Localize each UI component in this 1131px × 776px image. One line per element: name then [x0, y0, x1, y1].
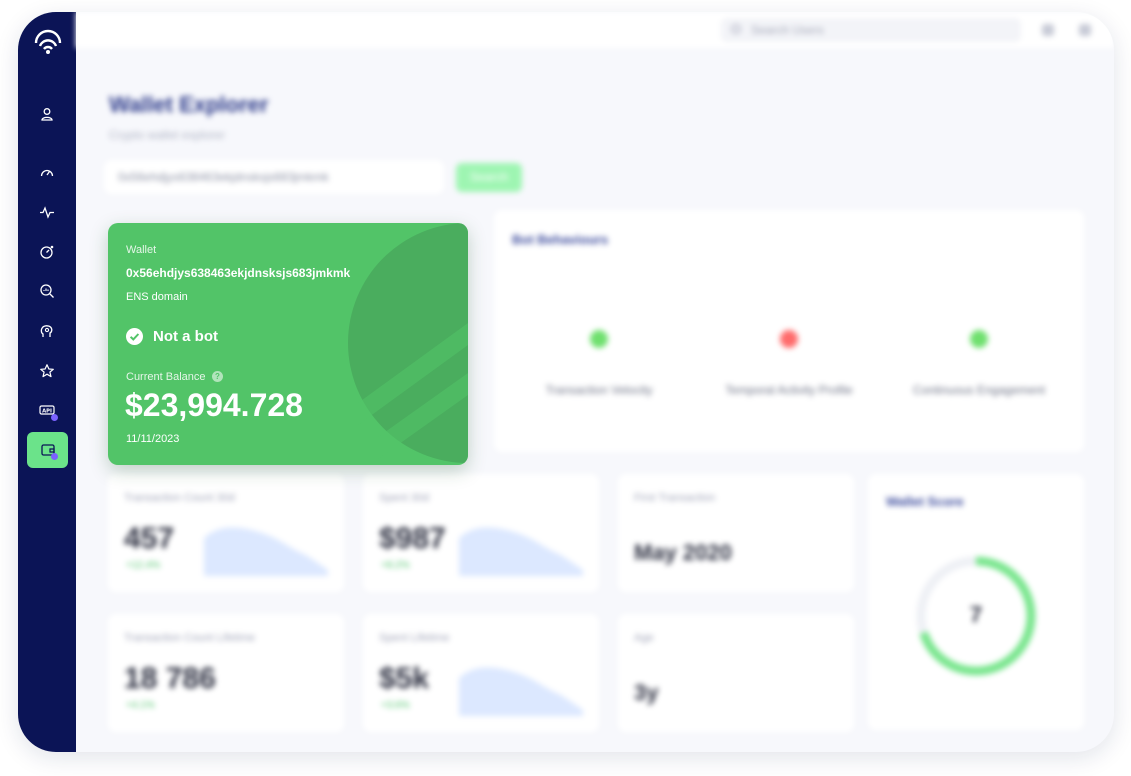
sidebar-item-analytics[interactable]: [32, 237, 62, 267]
bot-behaviour-card: Bot Behaviours Transaction Velocity Temp…: [494, 210, 1084, 452]
status-indicator: [780, 330, 798, 348]
status-indicator: [970, 330, 988, 348]
stat-card: Transaction Count Lifetime 18 786 +4.1%: [108, 614, 344, 732]
logo-icon: [34, 29, 62, 54]
behaviour-item: Temporal Activity Profile: [704, 330, 874, 397]
pulse-icon: [40, 206, 54, 219]
stat-card: Spent 30d $987 +8.2%: [363, 474, 599, 592]
sidebar-item-activity[interactable]: [32, 197, 62, 227]
wallet-card-decoration: [348, 223, 468, 463]
sidebar-item-wallet[interactable]: [27, 432, 68, 468]
balance-label: Current Balance: [126, 371, 206, 383]
status-indicator: [590, 330, 608, 348]
balance-date: 11/11/2023: [126, 433, 180, 445]
ens-domain-label: ENS domain: [126, 291, 188, 303]
check-circle-icon: [126, 328, 143, 345]
sparkline: [459, 667, 583, 716]
star-icon: [40, 364, 54, 378]
behaviour-item: Continuous Engagement: [894, 330, 1064, 397]
user-search-input[interactable]: Search Users: [721, 18, 1021, 42]
sidebar-item-api[interactable]: API: [32, 396, 62, 426]
page-title: Wallet Explorer: [109, 92, 269, 117]
search-analytics-icon: [40, 284, 54, 298]
top-bar: Search Users: [76, 12, 1114, 48]
wallet-score-value: 7: [969, 602, 983, 627]
wallet-address-input[interactable]: 0x56ehdjys638463ekjdnsksjs683jmkmk: [104, 160, 444, 194]
sidebar-item-search[interactable]: [32, 276, 62, 306]
sidebar-item-profile[interactable]: [32, 99, 62, 129]
help-icon[interactable]: ?: [212, 371, 223, 382]
search-button[interactable]: Search: [456, 163, 522, 192]
page-subtitle: Crypto wallet explorer: [109, 128, 226, 142]
wallet-label: Wallet: [126, 244, 157, 256]
sidebar-item-dashboard[interactable]: [32, 158, 62, 188]
svg-text:API: API: [42, 409, 52, 415]
notification-dot: [51, 414, 58, 421]
sparkline: [204, 527, 328, 576]
notification-icon[interactable]: [1042, 24, 1054, 36]
brain-icon: [40, 325, 53, 337]
sidebar-item-favorites[interactable]: [32, 356, 62, 386]
sidebar-item-insights[interactable]: [32, 316, 62, 346]
stat-card: Spent Lifetime $5k +3.6%: [363, 614, 599, 732]
settings-icon[interactable]: [1079, 24, 1091, 36]
wallet-card: Wallet 0x56ehdjys638463ekjdnsksjs683jmkm…: [108, 223, 468, 465]
chart-gauge-icon: [40, 245, 54, 259]
stat-card: Transaction Count 30d 457 +12.4%: [108, 474, 344, 592]
user-icon: [41, 108, 53, 121]
sparkline: [459, 527, 583, 576]
stat-card: First Transaction May 2020: [618, 474, 854, 592]
stat-card: Age 3y: [618, 614, 854, 732]
gauge-icon: [40, 169, 54, 177]
search-icon: [731, 24, 741, 34]
behaviour-item: Transaction Velocity: [514, 330, 684, 397]
balance-value: $23,994.728: [125, 387, 303, 423]
bot-behaviour-title: Bot Behaviours: [512, 232, 609, 247]
wallet-score-card: Wallet Score 7: [868, 474, 1084, 730]
bot-status: Not a bot: [153, 328, 218, 345]
wallet-score-title: Wallet Score: [886, 494, 964, 509]
app-window: API Search Users Wallet Explorer Crypto …: [18, 12, 1114, 752]
notification-dot: [51, 453, 58, 460]
wallet-address[interactable]: 0x56ehdjys638463ekjdnsksjs683jmkmk: [126, 266, 350, 280]
sidebar: API: [18, 12, 76, 752]
